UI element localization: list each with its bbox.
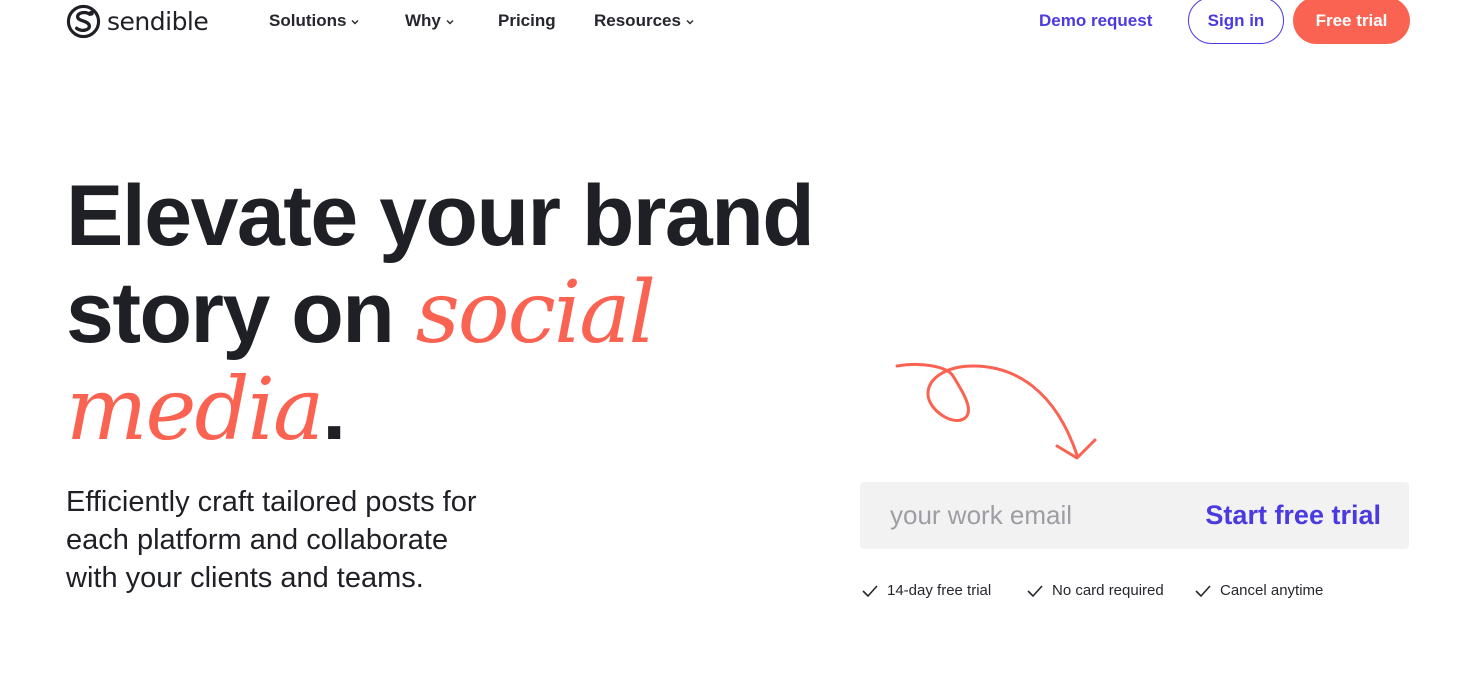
- chevron-down-icon: [351, 19, 359, 24]
- hero-heading-accent-social: social: [415, 263, 656, 363]
- nav-item-solutions[interactable]: Solutions: [269, 10, 360, 32]
- nav-item-label: Pricing: [498, 11, 556, 30]
- nav-item-pricing[interactable]: Pricing: [498, 10, 556, 32]
- brand-logo[interactable]: sendible: [66, 3, 209, 39]
- chevron-down-icon: [686, 19, 694, 24]
- chevron-down-icon: [446, 19, 454, 24]
- nav-item-why[interactable]: Why: [405, 10, 455, 32]
- top-navigation: sendible Solutions Why Pricing Resources…: [0, 0, 1464, 44]
- hero-heading-line-2: story on social: [66, 265, 866, 362]
- start-free-trial-button[interactable]: Start free trial: [1205, 482, 1381, 549]
- curly-arrow-icon: [895, 362, 1097, 460]
- email-field[interactable]: [860, 482, 1190, 549]
- hero-heading-line-1: Elevate your brand: [66, 168, 815, 264]
- check-icon: [1195, 585, 1211, 598]
- brand-name: sendible: [107, 6, 209, 36]
- nav-item-label: Why: [405, 11, 441, 30]
- hero-heading-plain: story on: [66, 265, 416, 361]
- sign-in-button[interactable]: Sign in: [1188, 0, 1284, 44]
- benefit-label: 14-day free trial: [887, 582, 992, 599]
- nav-item-label: Solutions: [269, 11, 347, 30]
- check-icon: [862, 585, 878, 598]
- sendible-logo-icon: [66, 4, 101, 38]
- hero-heading-period: .: [322, 362, 346, 458]
- hero-heading-accent-media: media: [66, 360, 324, 460]
- hero-heading: Elevate your brand story on social media…: [66, 168, 866, 459]
- benefit-item: 14-day free trial: [861, 580, 991, 602]
- hero-heading-line-3: media.: [66, 362, 866, 459]
- benefit-label: No card required: [1052, 582, 1164, 599]
- benefit-label: Cancel anytime: [1220, 582, 1324, 599]
- nav-item-label: Resources: [594, 11, 681, 30]
- signup-form: Start free trial: [860, 482, 1409, 549]
- benefit-item: Cancel anytime: [1194, 580, 1323, 602]
- nav-item-resources[interactable]: Resources: [594, 10, 695, 32]
- check-icon: [1027, 585, 1043, 598]
- hero-subtitle: Efficiently craft tailored posts for eac…: [66, 486, 477, 594]
- free-trial-button[interactable]: Free trial: [1293, 0, 1410, 44]
- benefit-item: No card required: [1026, 580, 1164, 602]
- demo-request-link[interactable]: Demo request: [1039, 10, 1152, 32]
